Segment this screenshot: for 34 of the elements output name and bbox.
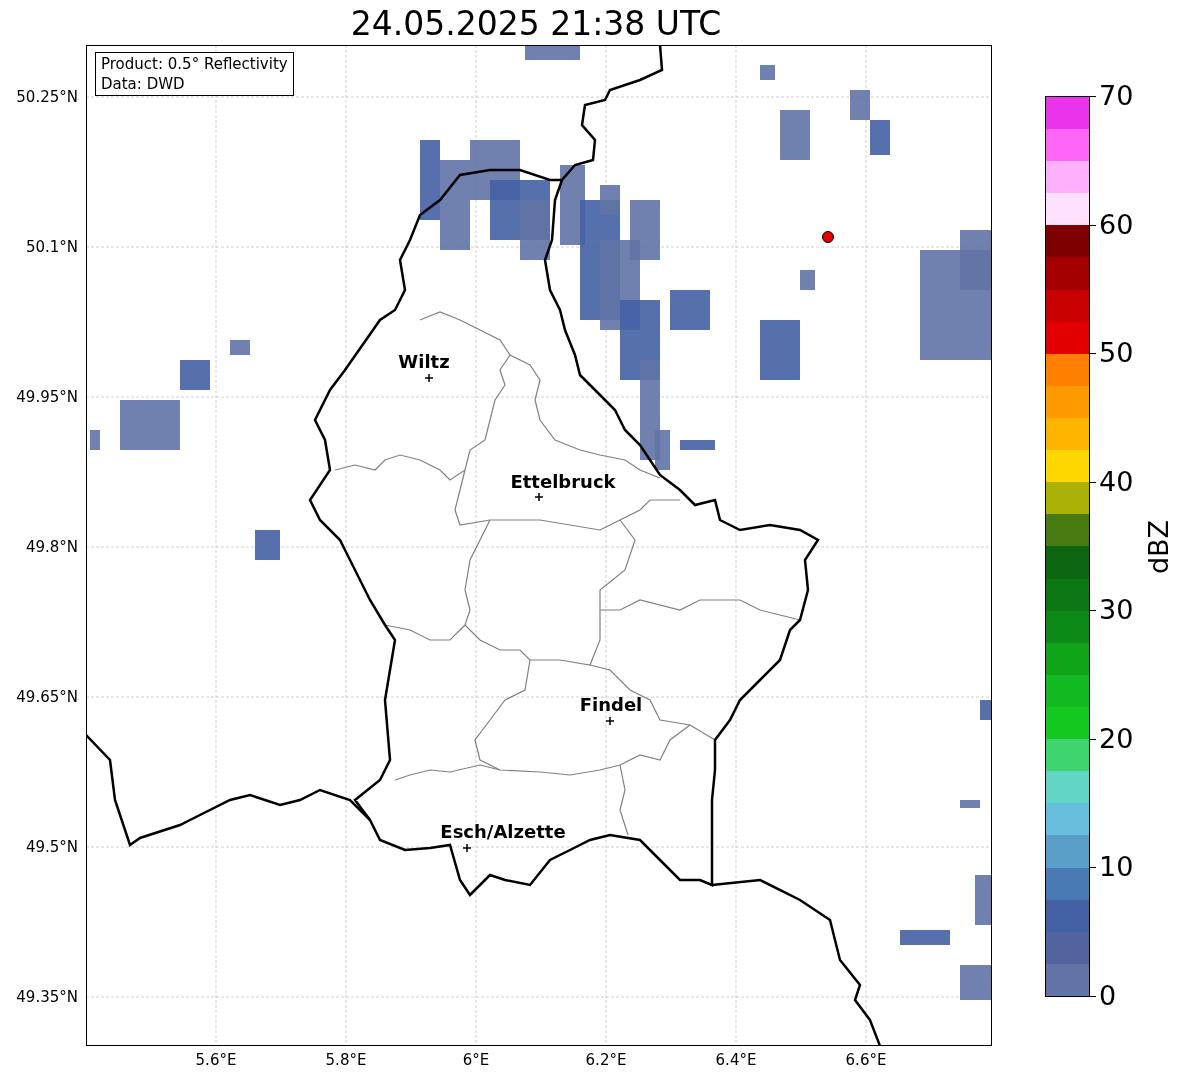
city-label: Findel — [579, 694, 643, 715]
city-marker — [534, 492, 544, 502]
chart-title: 24.05.2025 21:38 UTC — [350, 3, 722, 45]
colorbar-tick-label: 30 — [1099, 595, 1134, 626]
info-text: Product: 0.5° Reflectivity — [101, 54, 288, 74]
colorbar-tick-label: 70 — [1099, 81, 1134, 111]
colorbar-tick-label: 50 — [1099, 338, 1134, 369]
info-text: Data: DWD — [101, 74, 186, 94]
longitude-label: 6.4°E — [715, 1051, 757, 1069]
colorbar-tick-label: 40 — [1099, 466, 1134, 497]
latitude-label: 49.65°N — [16, 688, 78, 706]
longitude-label: 5.6°E — [195, 1051, 237, 1069]
latitude-label: 49.95°N — [16, 388, 78, 406]
longitude-label: 6°E — [462, 1051, 490, 1069]
latitude-label: 49.8°N — [25, 538, 78, 556]
city-label: Wiltz — [398, 351, 450, 372]
colorbar-tick-label: 20 — [1099, 723, 1134, 754]
latitude-label: 50.1°N — [25, 238, 78, 256]
colorbar-tick-label: 0 — [1099, 981, 1117, 1011]
city-label: Ettelbruck — [510, 471, 616, 492]
latitude-label: 49.35°N — [16, 988, 78, 1006]
latitude-label: 50.25°N — [16, 88, 78, 106]
longitude-label: 5.8°E — [325, 1051, 367, 1069]
city-marker — [462, 843, 472, 853]
colorbar-label: dBZ — [1144, 519, 1174, 574]
longitude-label: 6.6°E — [845, 1051, 887, 1069]
colorbar-tick-label: 60 — [1099, 209, 1134, 240]
city-marker — [605, 716, 615, 726]
longitude-label: 6.2°E — [585, 1051, 627, 1069]
city-label: Esch/Alzette — [440, 821, 566, 842]
radar-site-marker — [822, 231, 834, 243]
latitude-label: 49.5°N — [25, 838, 78, 856]
colorbar-tick-label: 10 — [1099, 852, 1134, 883]
city-marker — [424, 373, 434, 383]
